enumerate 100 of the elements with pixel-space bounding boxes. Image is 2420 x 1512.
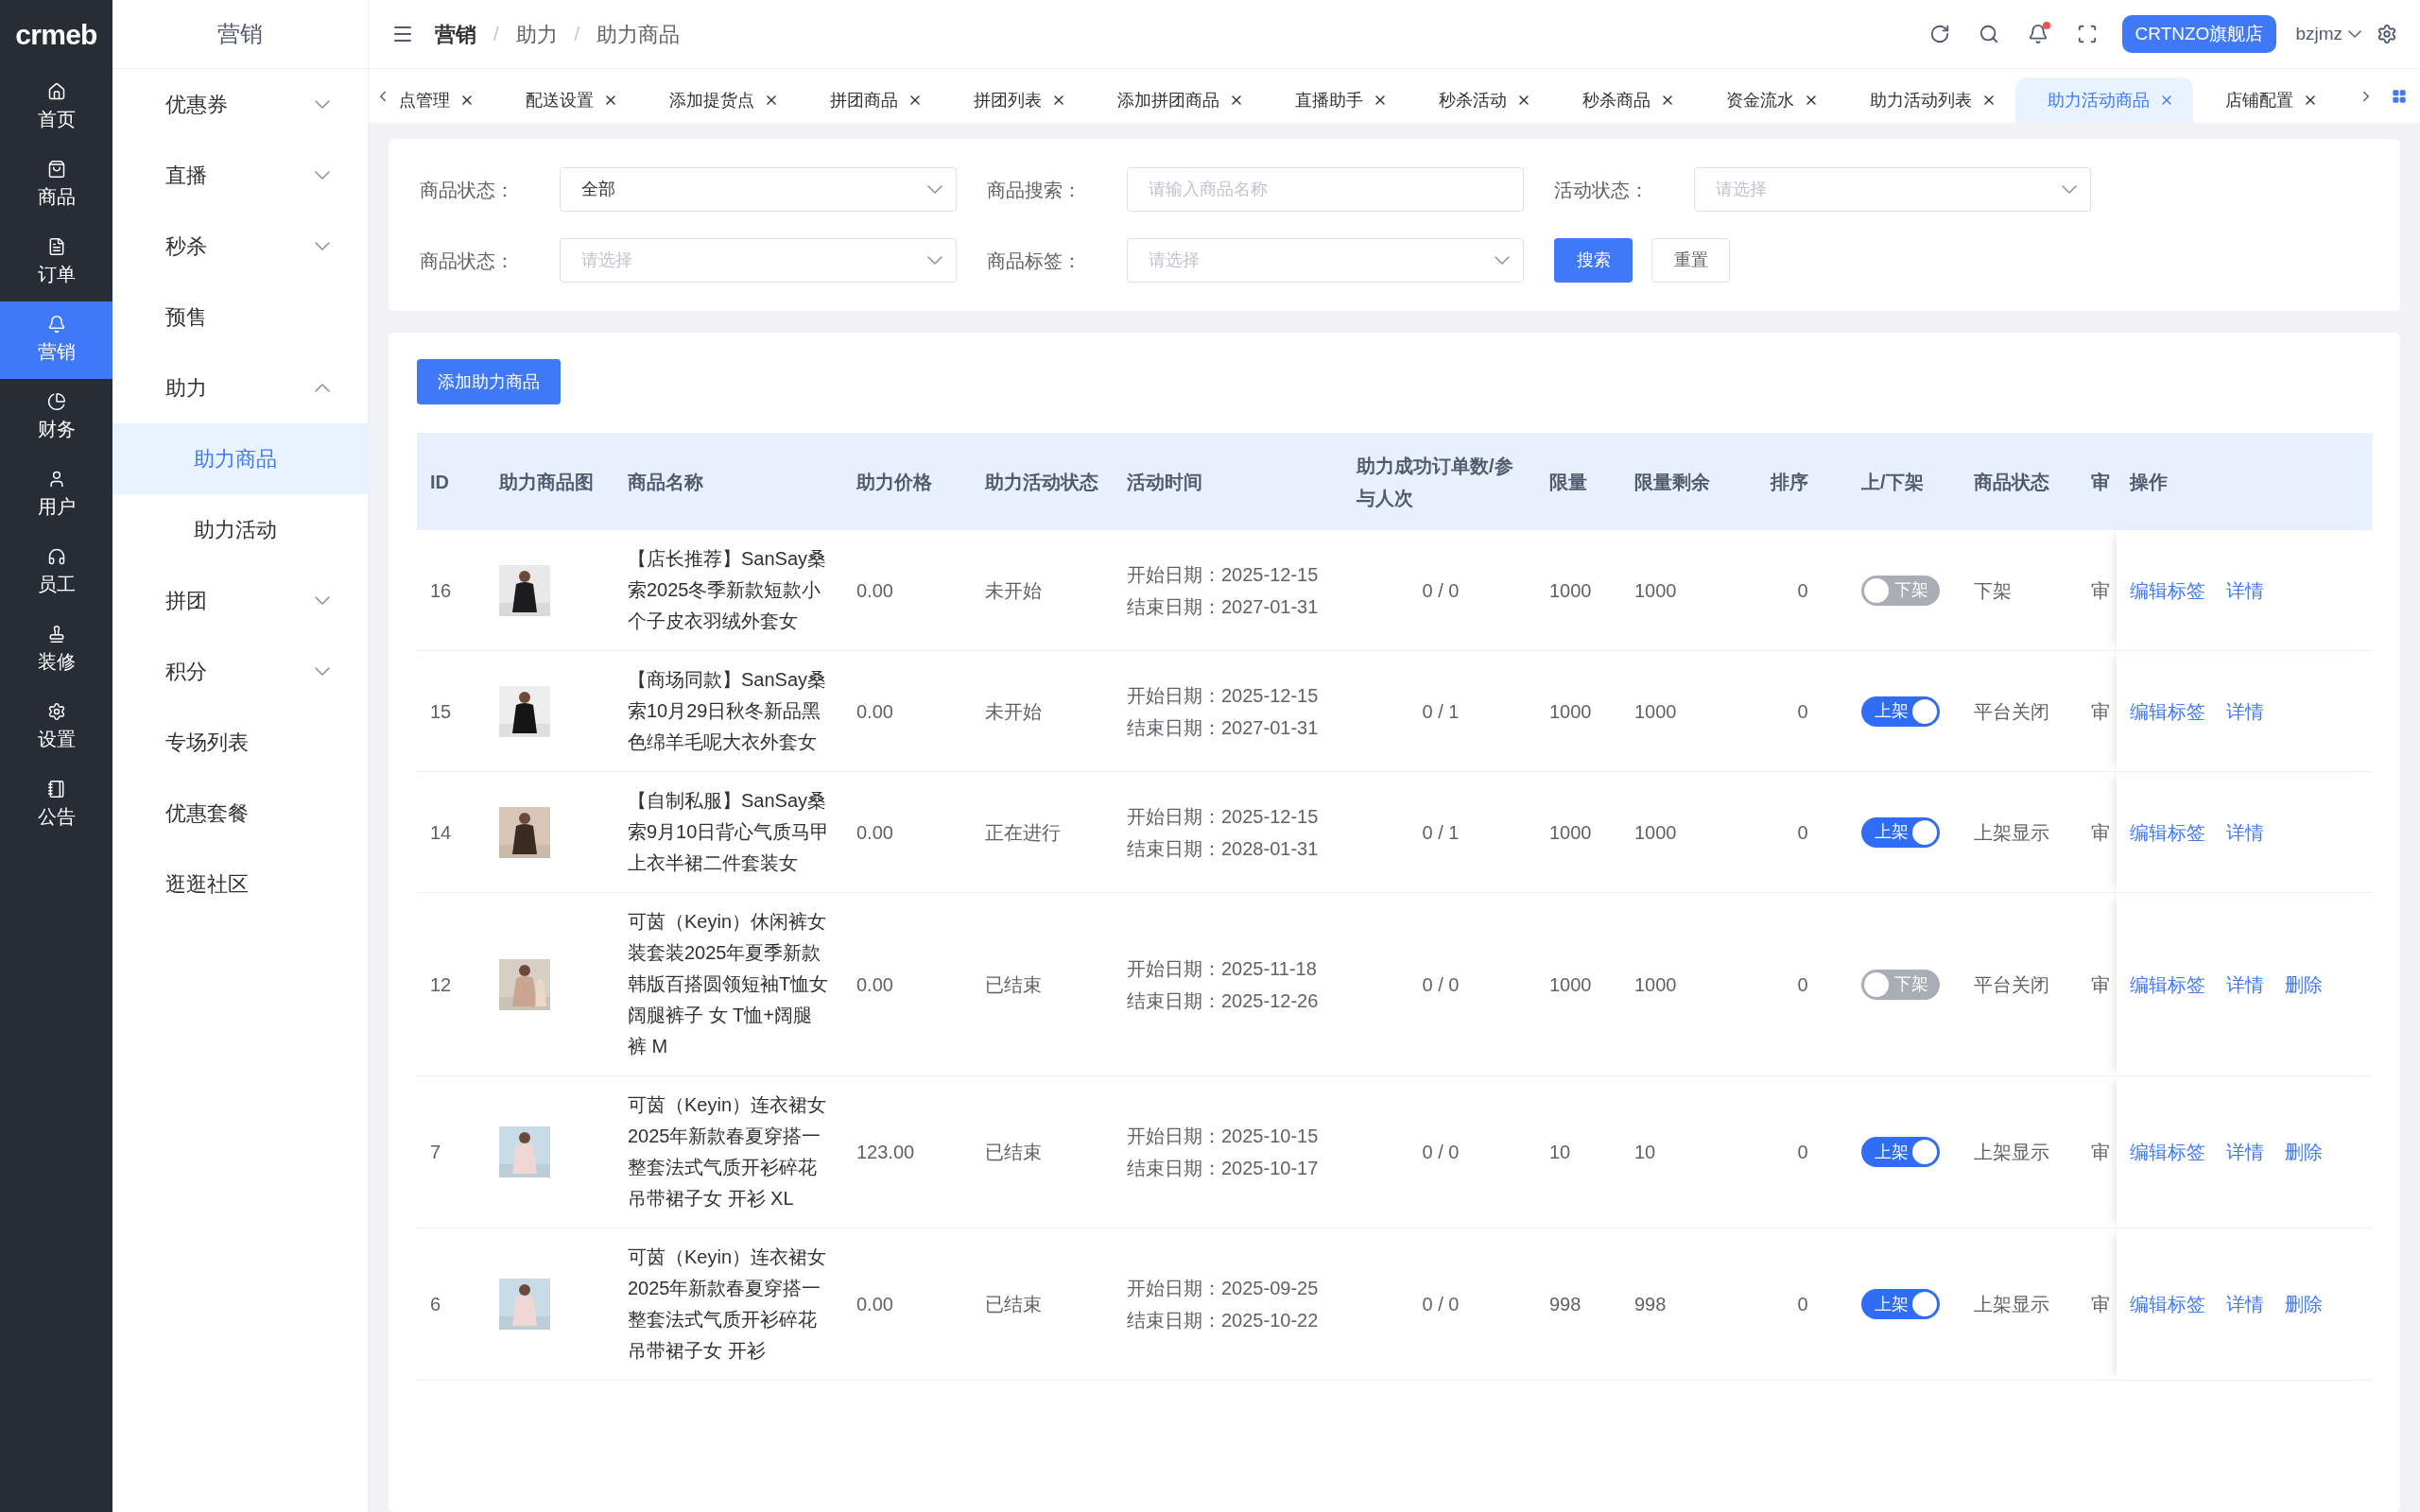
listing-toggle[interactable]: 上架 bbox=[1861, 1289, 1940, 1319]
add-product-button[interactable]: 添加助力商品 bbox=[417, 359, 561, 404]
column-header: 商品状态 bbox=[1961, 433, 2089, 530]
column-header: ID bbox=[417, 433, 486, 530]
page-tab[interactable]: 资金流水 bbox=[1694, 77, 1838, 123]
table-cell: 0 bbox=[1757, 892, 1848, 1076]
start-date: 开始日期：2025-11-18 bbox=[1127, 956, 1318, 981]
page-tab[interactable]: 秒杀商品 bbox=[1550, 77, 1694, 123]
submenu-item[interactable]: 专场列表 bbox=[112, 707, 368, 778]
user-menu[interactable]: bzjmz bbox=[2295, 20, 2361, 48]
table-cell: 14 bbox=[417, 771, 486, 893]
submenu-title: 营销 bbox=[217, 20, 263, 48]
filter-label: 活动状态： bbox=[1554, 178, 1650, 202]
action-link[interactable]: 详情 bbox=[2226, 696, 2264, 726]
page-tab[interactable]: 秒杀活动 bbox=[1407, 77, 1550, 123]
table-cell: 0.00 bbox=[843, 530, 972, 651]
store-button[interactable]: CRTNZO旗舰店 bbox=[2121, 15, 2277, 53]
page-tab[interactable]: 直播助手 bbox=[1263, 77, 1407, 123]
action-link[interactable]: 编辑标签 bbox=[2130, 1290, 2205, 1318]
submenu-item[interactable]: 优惠券 bbox=[112, 69, 368, 140]
table-cell: 0 / 0 bbox=[1345, 892, 1536, 1076]
rail-item[interactable]: 商品 bbox=[0, 146, 112, 224]
action-link[interactable]: 编辑标签 bbox=[2130, 970, 2205, 999]
action-link[interactable]: 详情 bbox=[2226, 817, 2264, 847]
reset-button[interactable]: 重置 bbox=[1651, 238, 1730, 283]
submenu-item[interactable]: 积分 bbox=[112, 636, 368, 707]
submenu-item[interactable]: 逛逛社区 bbox=[112, 849, 368, 919]
table-cell: 1000 bbox=[1536, 771, 1621, 893]
action-link[interactable]: 编辑标签 bbox=[2130, 1138, 2205, 1166]
table-cell: 1000 bbox=[1621, 530, 1757, 651]
page-tab[interactable]: 配送设置 bbox=[493, 77, 637, 123]
page-tab[interactable]: 店铺配置 bbox=[2193, 77, 2337, 123]
table-cell: 0 / 0 bbox=[1345, 530, 1536, 651]
table-cell: 16 bbox=[417, 530, 486, 651]
breadcrumb-item[interactable]: 助力 bbox=[515, 18, 558, 50]
page-tab[interactable]: 助力活动列表 bbox=[1838, 77, 2015, 123]
table-cell: 正在进行 bbox=[972, 771, 1114, 893]
page-tab[interactable]: 添加提货点 bbox=[637, 77, 798, 123]
listing-toggle[interactable]: 上架 bbox=[1861, 816, 1940, 848]
action-link[interactable]: 编辑标签 bbox=[2130, 576, 2205, 605]
column-header: 助力活动状态 bbox=[972, 433, 1114, 530]
page-tab[interactable]: 助力活动商品 bbox=[2015, 77, 2193, 123]
page-tab[interactable]: 拼团列表 bbox=[942, 77, 1085, 123]
search-button[interactable]: 搜索 bbox=[1554, 238, 1633, 283]
column-header: 助力成功订单数/参与人次 bbox=[1345, 433, 1536, 530]
submenu-item[interactable]: 助力商品 bbox=[112, 423, 368, 494]
end-date: 结束日期：2027-01-31 bbox=[1127, 715, 1320, 740]
table-cell: 0.00 bbox=[843, 1228, 972, 1381]
rail-item[interactable]: 财务 bbox=[0, 379, 112, 456]
action-link[interactable]: 详情 bbox=[2226, 576, 2264, 605]
page-tab[interactable]: 添加拼团商品 bbox=[1085, 77, 1263, 123]
action-link[interactable]: 删除 bbox=[2285, 1138, 2323, 1166]
submenu-item[interactable]: 优惠套餐 bbox=[112, 778, 368, 849]
table-cell: 12 bbox=[417, 892, 486, 1076]
table-cell: 审 bbox=[2089, 771, 2117, 893]
action-link[interactable]: 详情 bbox=[2226, 1138, 2264, 1166]
column-header: 排序 bbox=[1757, 433, 1848, 530]
submenu-item[interactable]: 预售 bbox=[112, 282, 368, 352]
page-tab[interactable]: 拼团商品 bbox=[798, 77, 942, 123]
search-field[interactable]: 请输入商品名称 bbox=[1127, 167, 1524, 212]
start-date: 开始日期：2025-12-15 bbox=[1127, 562, 1320, 587]
action-link[interactable]: 删除 bbox=[2285, 1290, 2323, 1318]
end-date: 结束日期：2025-10-22 bbox=[1127, 1309, 1320, 1332]
start-date: 开始日期：2025-12-15 bbox=[1127, 683, 1320, 708]
page-tab[interactable]: 点管理 bbox=[393, 77, 493, 123]
table-cell: 审 bbox=[2089, 1075, 2117, 1228]
rail-item[interactable]: 营销 bbox=[0, 301, 112, 379]
action-link[interactable]: 编辑标签 bbox=[2130, 817, 2205, 847]
column-header: 限量剩余 bbox=[1621, 433, 1757, 530]
select-field[interactable]: 全部 bbox=[560, 167, 957, 212]
rail-item[interactable]: 首页 bbox=[0, 69, 112, 146]
column-header: 审 bbox=[2089, 433, 2117, 530]
table-cell: 0 bbox=[1757, 1228, 1848, 1381]
column-header: 操作 bbox=[2117, 433, 2373, 530]
filter-label: 商品搜索： bbox=[987, 178, 1082, 202]
rail-item[interactable]: 设置 bbox=[0, 689, 112, 766]
submenu-item[interactable]: 助力活动 bbox=[112, 494, 368, 565]
table-cell: 平台关闭 bbox=[1961, 650, 2089, 772]
action-link[interactable]: 详情 bbox=[2226, 1290, 2264, 1318]
listing-toggle[interactable]: 上架 bbox=[1861, 1137, 1940, 1167]
rail-item[interactable]: 装修 bbox=[0, 611, 112, 689]
table-cell: 下架 bbox=[1961, 530, 2089, 651]
action-link[interactable]: 删除 bbox=[2285, 970, 2323, 999]
rail-item[interactable]: 订单 bbox=[0, 224, 112, 301]
table-cell: 0.00 bbox=[843, 771, 972, 893]
rail-item[interactable]: 用户 bbox=[0, 456, 112, 534]
submenu-item[interactable]: 拼团 bbox=[112, 565, 368, 636]
end-date: 结束日期：2025-10-17 bbox=[1127, 1157, 1320, 1180]
rail-item[interactable]: 公告 bbox=[0, 766, 112, 844]
submenu-item[interactable]: 直播 bbox=[112, 140, 368, 211]
start-date: 开始日期：2025-09-25 bbox=[1127, 1277, 1320, 1300]
action-link[interactable]: 编辑标签 bbox=[2130, 696, 2205, 726]
breadcrumb-separator: / bbox=[493, 23, 499, 46]
rail-item[interactable]: 员工 bbox=[0, 534, 112, 611]
listing-toggle[interactable]: 上架 bbox=[1861, 696, 1940, 727]
breadcrumb-item[interactable]: 营销 bbox=[435, 18, 476, 50]
action-link[interactable]: 详情 bbox=[2226, 970, 2264, 999]
submenu-item[interactable]: 助力 bbox=[112, 352, 368, 423]
submenu-item[interactable]: 秒杀 bbox=[112, 211, 368, 282]
table-cell: 1000 bbox=[1621, 892, 1757, 1076]
